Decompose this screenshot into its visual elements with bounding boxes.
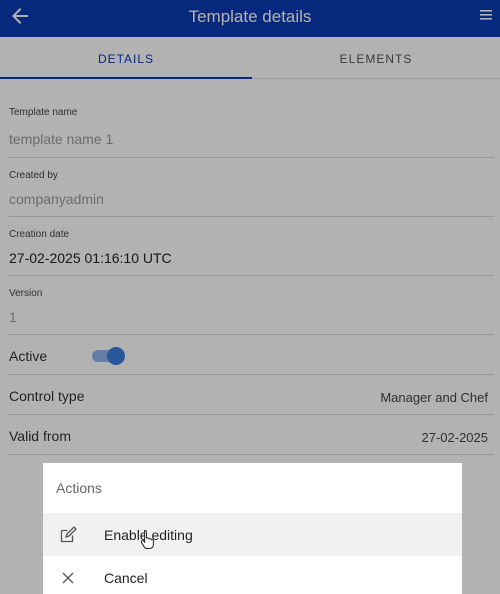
- template-details-screen: Template details DETAILS ELEMENTS Templa…: [0, 0, 500, 594]
- enable-editing-button[interactable]: Enable editing: [43, 513, 462, 556]
- hand-pointer-cursor-icon: [140, 529, 154, 549]
- actions-sheet: Actions Enable editing Cancel: [43, 463, 462, 594]
- actions-title: Actions: [56, 480, 102, 496]
- close-icon: [62, 572, 74, 584]
- cancel-label: Cancel: [104, 570, 148, 586]
- edit-icon: [60, 526, 77, 543]
- cancel-button[interactable]: Cancel: [43, 556, 462, 594]
